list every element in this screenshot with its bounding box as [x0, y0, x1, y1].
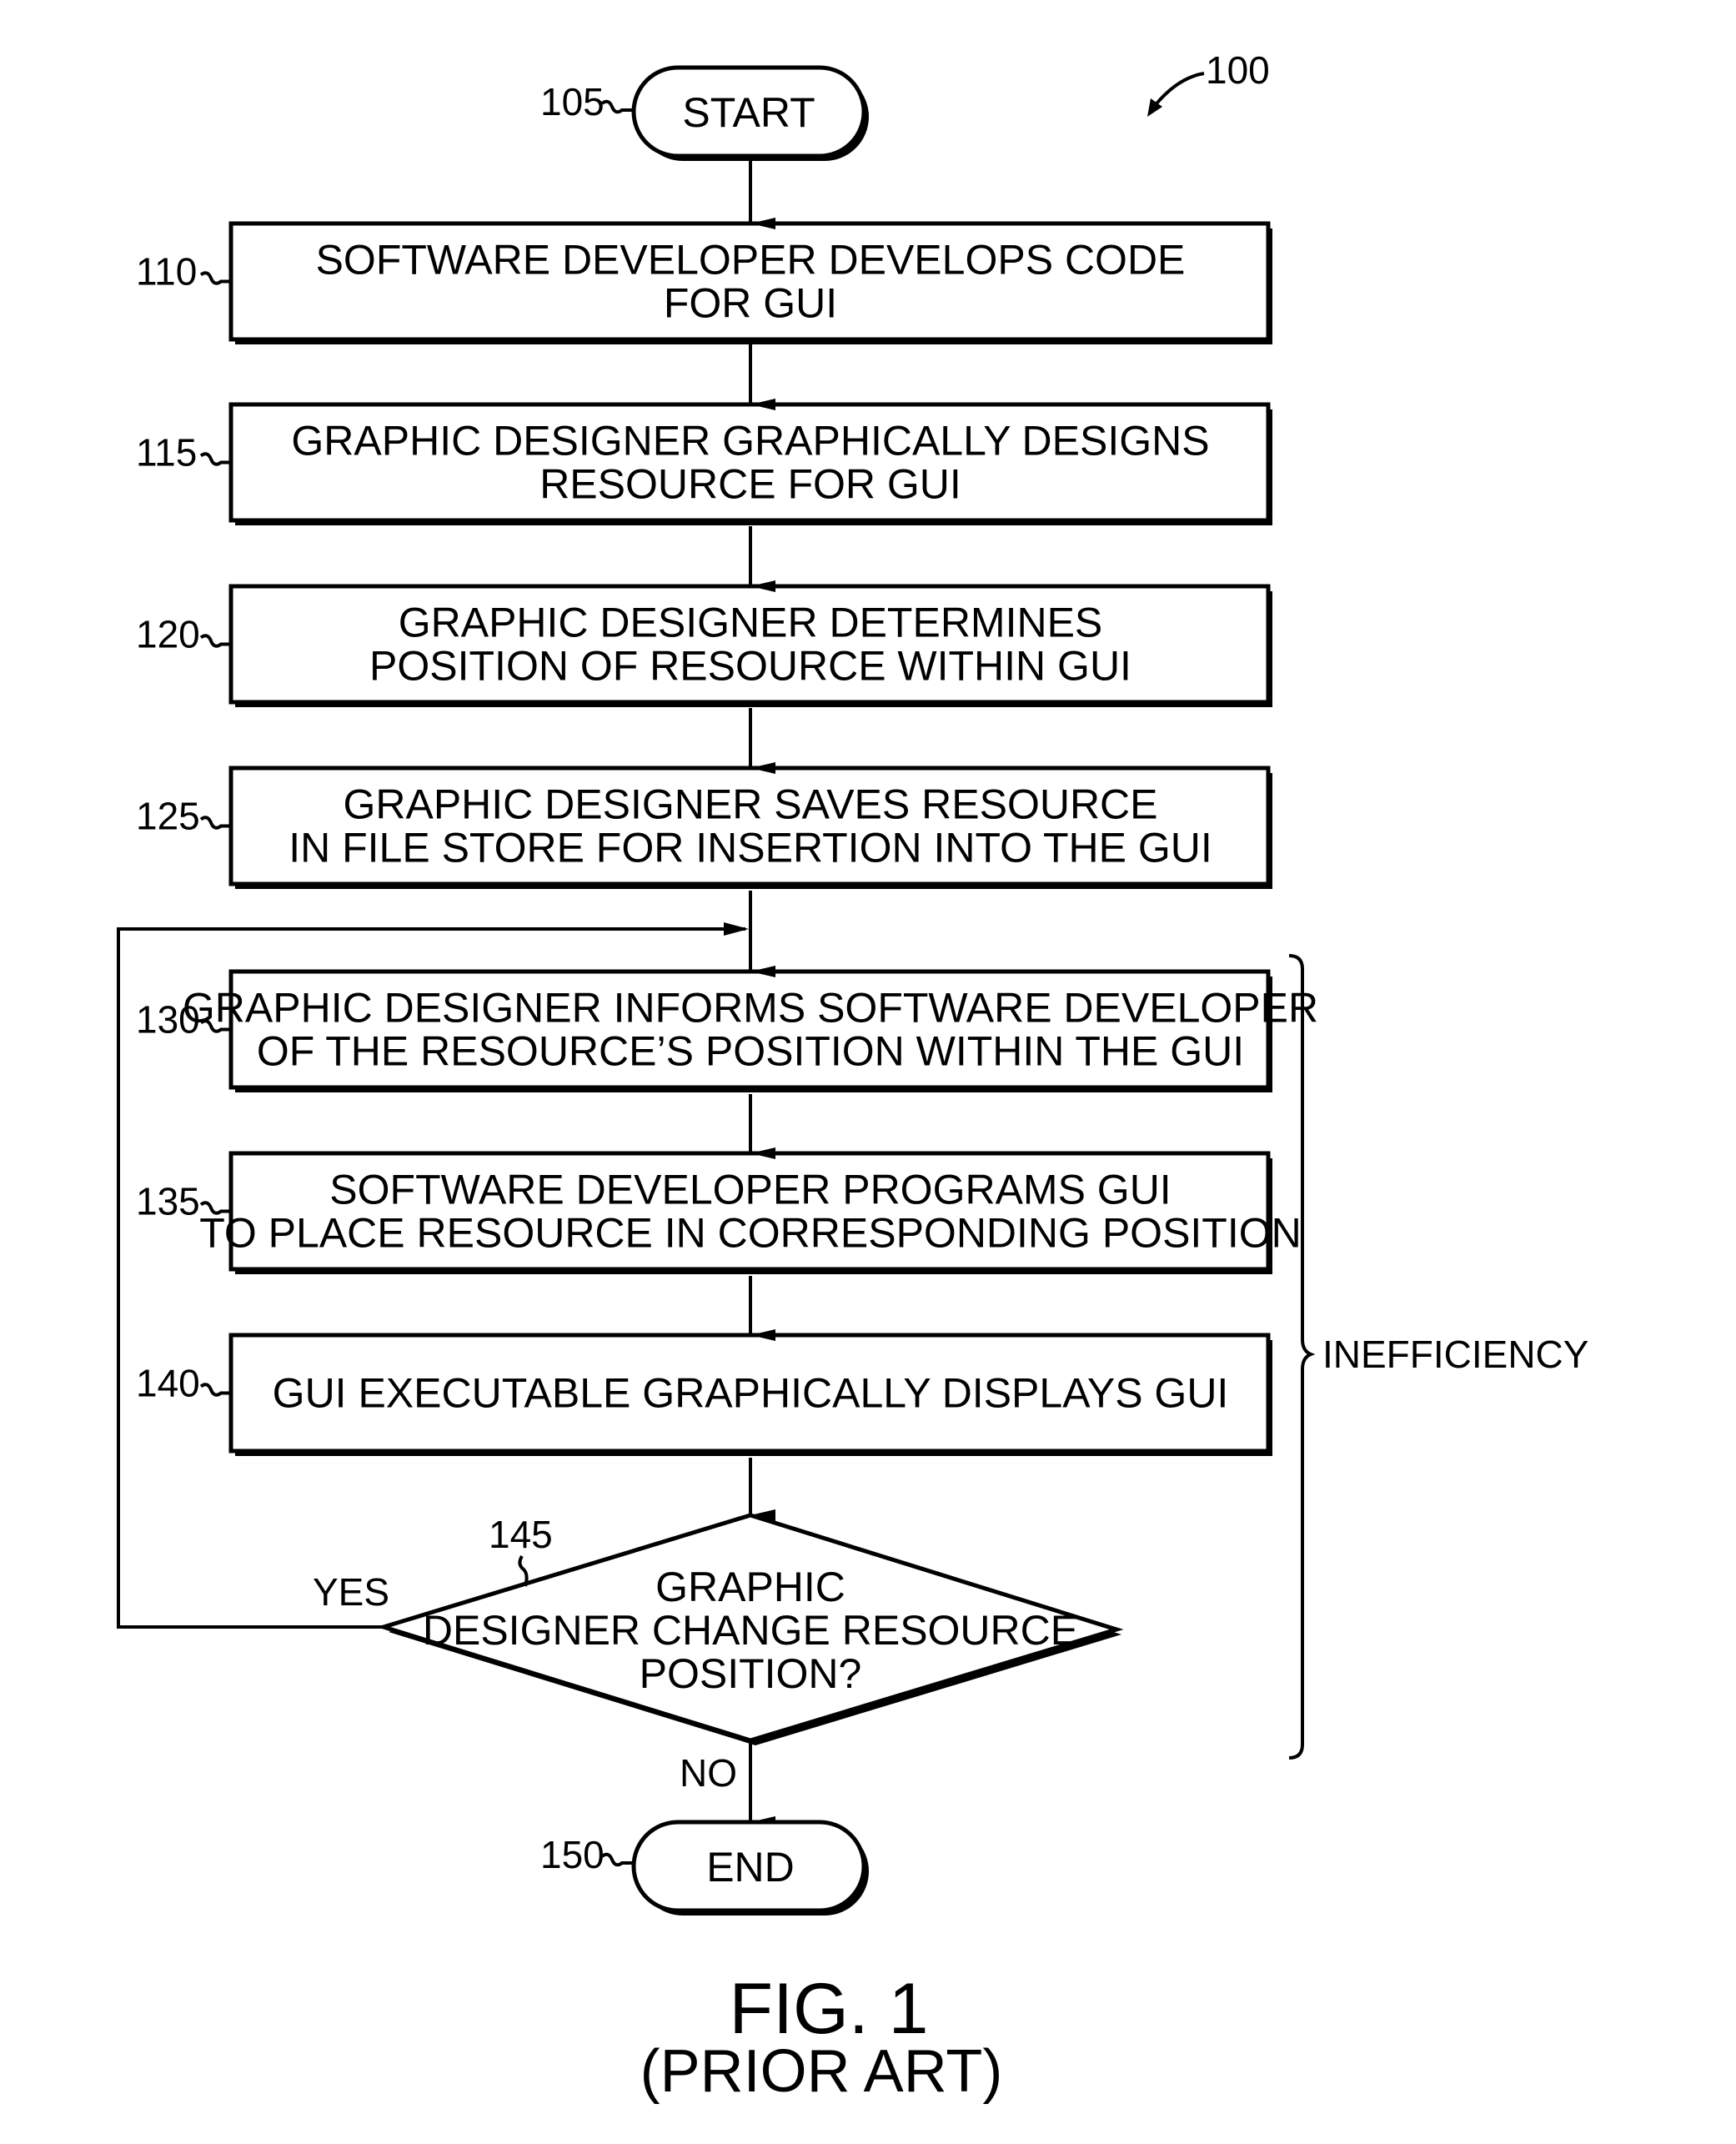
- step-ref: 120: [136, 613, 200, 656]
- step-ref: 110: [136, 250, 197, 294]
- figure-subcaption: (PRIOR ART): [640, 2038, 1003, 2105]
- decision-leader: [518, 1554, 529, 1587]
- inefficiency-brace: INEFFICIENCY: [1288, 954, 1588, 1760]
- end-ref: 150: [540, 1833, 605, 1876]
- end-label: END: [706, 1844, 795, 1890]
- start-leader: [600, 99, 634, 114]
- step-text-line: SOFTWARE DEVELOPER DEVELOPS CODE: [316, 237, 1186, 284]
- step-text-line: GRAPHIC DESIGNER SAVES RESOURCE: [343, 781, 1157, 828]
- decision-line-1: GRAPHIC: [655, 1564, 845, 1610]
- step-text-line: SOFTWARE DEVELOPER PROGRAMS GUI: [329, 1167, 1171, 1213]
- decision-ref: 145: [489, 1513, 553, 1556]
- start-terminal: START 105: [540, 65, 869, 161]
- step-leader: [199, 1383, 231, 1397]
- figure-reference: 100: [1147, 48, 1270, 117]
- process-step-135: SOFTWARE DEVELOPER PROGRAMS GUITO PLACE …: [136, 1151, 1302, 1274]
- yes-loop-arrowhead: [724, 922, 749, 936]
- start-ref: 105: [540, 80, 605, 123]
- step-text-line: TO PLACE RESOURCE IN CORRESPONDING POSIT…: [199, 1210, 1302, 1257]
- no-branch: NO: [680, 1740, 775, 1828]
- step-text-line: GUI EXECUTABLE GRAPHICALLY DISPLAYS GUI: [273, 1370, 1229, 1417]
- step-ref: 115: [136, 431, 197, 474]
- end-terminal: END 150: [540, 1820, 869, 1916]
- process-step-140: GUI EXECUTABLE GRAPHICALLY DISPLAYS GUI 1…: [136, 1333, 1272, 1456]
- process-step-115: GRAPHIC DESIGNER GRAPHICALLY DESIGNSRESO…: [136, 402, 1272, 525]
- process-step-120: GRAPHIC DESIGNER DETERMINESPOSITION OF R…: [136, 584, 1272, 707]
- figure-reference-label: 100: [1206, 48, 1270, 92]
- process-step-130: GRAPHIC DESIGNER INFORMS SOFTWARE DEVELO…: [136, 969, 1318, 1092]
- decision-line-2: DESIGNER CHANGE RESOURCE: [423, 1607, 1078, 1654]
- step-text-line: IN FILE STORE FOR INSERTION INTO THE GUI: [288, 825, 1212, 871]
- step-leader: [199, 271, 231, 285]
- end-leader: [600, 1852, 634, 1867]
- decision-line-3: POSITION?: [640, 1650, 862, 1697]
- step-ref: 135: [136, 1180, 200, 1223]
- step-text-line: GRAPHIC DESIGNER DETERMINES: [399, 600, 1103, 646]
- step-leader: [199, 816, 231, 830]
- step-text-line: FOR GUI: [664, 280, 837, 327]
- step-text-line: OF THE RESOURCE’S POSITION WITHIN THE GU…: [257, 1028, 1244, 1075]
- flowchart: 100 START 105 SOFTWARE DEVELOPER DEVELOP…: [117, 48, 1588, 2105]
- figure-caption: FIG. 1: [730, 1969, 929, 2049]
- step-text-line: GRAPHIC DESIGNER INFORMS SOFTWARE DEVELO…: [183, 985, 1318, 1032]
- step-text-line: POSITION OF RESOURCE WITHIN GUI: [369, 643, 1131, 690]
- no-label: NO: [680, 1751, 737, 1795]
- step-text-line: GRAPHIC DESIGNER GRAPHICALLY DESIGNS: [291, 418, 1209, 464]
- step-ref: 140: [136, 1362, 200, 1405]
- step-leader: [199, 634, 231, 648]
- brace-icon: [1288, 954, 1316, 1760]
- process-step-110: SOFTWARE DEVELOPER DEVELOPS CODEFOR GUI 1…: [136, 221, 1272, 344]
- yes-label: YES: [313, 1570, 389, 1614]
- start-label: START: [682, 89, 815, 136]
- process-step-125: GRAPHIC DESIGNER SAVES RESOURCEIN FILE S…: [136, 766, 1272, 889]
- figure-reference-arrow-icon: [1152, 72, 1205, 108]
- process-steps: SOFTWARE DEVELOPER DEVELOPS CODEFOR GUI 1…: [136, 221, 1318, 1456]
- decision-diamond: GRAPHIC DESIGNER CHANGE RESOURCE POSITIO…: [376, 1513, 1124, 1745]
- step-ref: 130: [136, 998, 200, 1042]
- step-leader: [199, 452, 231, 466]
- step-ref: 125: [136, 795, 200, 838]
- brace-label: INEFFICIENCY: [1322, 1333, 1588, 1376]
- step-text-line: RESOURCE FOR GUI: [539, 461, 961, 508]
